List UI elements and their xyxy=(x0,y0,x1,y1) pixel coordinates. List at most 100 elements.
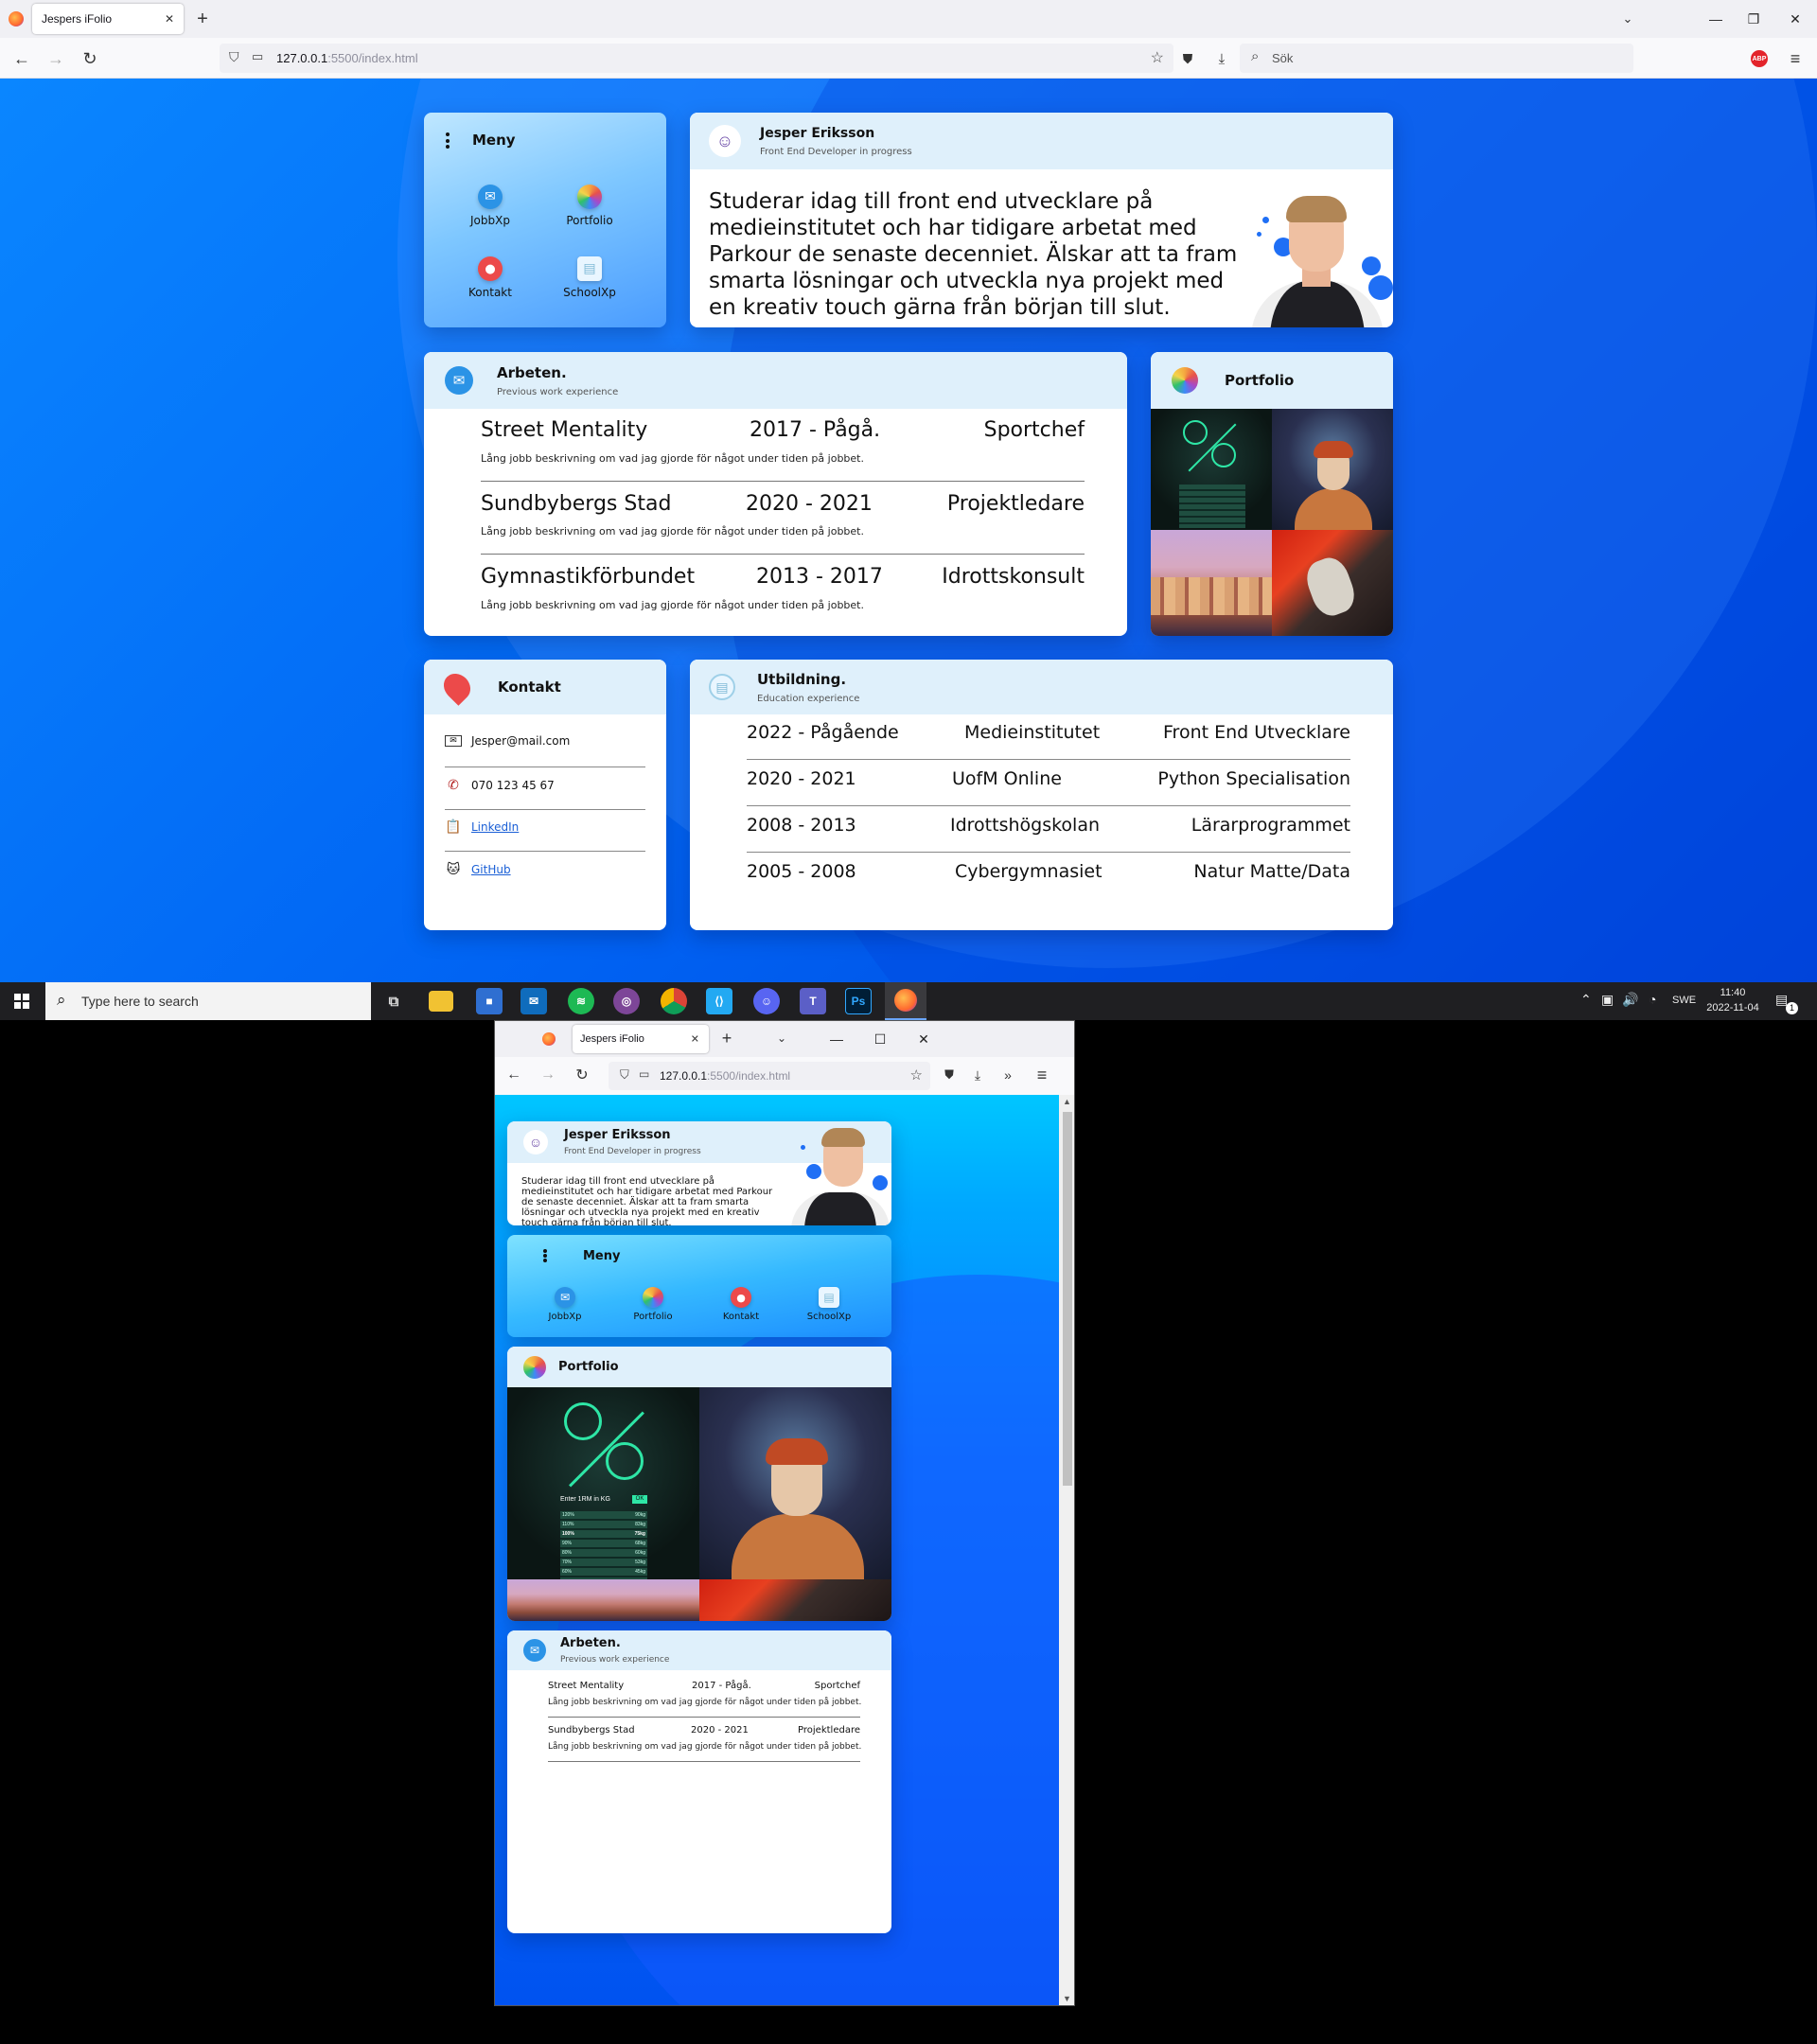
firefox-icon xyxy=(542,1032,556,1046)
portfolio-header: Portfolio xyxy=(1151,352,1393,409)
discord-icon[interactable]: ☺ xyxy=(753,988,780,1014)
portfolio-tile-city[interactable] xyxy=(507,1579,699,1621)
menu-item-label: Kontakt xyxy=(468,286,512,299)
menu-item-portfolio[interactable]: Portfolio xyxy=(625,1287,681,1322)
search-bar[interactable]: ⌕ Sök xyxy=(1240,44,1633,73)
portfolio-tile-astronaut[interactable] xyxy=(699,1387,891,1579)
downloads-icon[interactable]: ⤓ xyxy=(964,1062,991,1088)
address-bar[interactable]: ⛉ ▭ 127.0.0.1:5500/index.html ☆ xyxy=(609,1062,930,1090)
browser-window-maximized: Jespers iFolio ✕ + ⌄ — ❐ ✕ ← → ↻ ⛉ ▭ 127… xyxy=(0,0,1817,982)
portfolio-tile-1rm-app[interactable]: Enter 1RM in KG OK 120% 90kg 110% 83kg 100… xyxy=(507,1387,699,1579)
bubble xyxy=(1262,217,1269,223)
menu-item-schoolxp[interactable]: ▤ SchoolXp xyxy=(801,1287,857,1322)
menu-item-schoolxp[interactable]: ▤ SchoolXp xyxy=(561,256,618,299)
kebab-menu-icon[interactable] xyxy=(446,132,450,149)
reload-icon[interactable]: ↻ xyxy=(76,44,104,73)
portfolio-tile-astronaut[interactable] xyxy=(1272,409,1393,530)
forward-arrow-icon[interactable]: → xyxy=(42,44,70,73)
windows-start-icon[interactable] xyxy=(14,994,29,1009)
menu-item-jobbxp[interactable]: ✉ JobbXp xyxy=(462,185,519,227)
profile-subtitle: Front End Developer in progress xyxy=(564,1147,701,1156)
vertical-scrollbar[interactable]: ▲ ▼ xyxy=(1059,1095,1074,2005)
tab-jespers-ifolio[interactable]: Jespers iFolio ✕ xyxy=(573,1025,709,1053)
kebab-menu-icon[interactable] xyxy=(543,1249,547,1262)
work-title: Arbeten. xyxy=(560,1636,621,1650)
address-bar[interactable]: ⛉ ▭ 127.0.0.1:5500/index.html ☆ xyxy=(220,44,1173,73)
pocket-icon[interactable]: ⛊ xyxy=(936,1062,962,1088)
minimize-button[interactable]: — xyxy=(815,1021,858,1057)
reload-icon[interactable]: ↻ xyxy=(569,1062,595,1088)
menu-item-kontakt[interactable]: ● Kontakt xyxy=(713,1287,769,1322)
bookmark-star-icon[interactable]: ☆ xyxy=(910,1066,923,1084)
app-table-cell: 68kg xyxy=(635,1541,645,1546)
clock[interactable]: 11:40 2022-11-04 xyxy=(1703,985,1762,1015)
job-role: Sportchef xyxy=(983,418,1085,442)
volume-icon[interactable]: 🔊 xyxy=(1622,992,1638,1008)
portfolio-tile-city[interactable] xyxy=(1151,530,1272,636)
scroll-up-arrow-icon[interactable]: ▲ xyxy=(1063,1097,1071,1106)
teams-icon[interactable]: T xyxy=(800,988,826,1014)
task-view-icon[interactable]: ⧉ xyxy=(380,988,407,1014)
hamburger-menu-icon[interactable]: ≡ xyxy=(1029,1062,1055,1088)
meet-now-icon[interactable]: ▣ xyxy=(1601,992,1614,1008)
app-table-cell: 45kg xyxy=(635,1569,645,1575)
list-all-tabs-chevron-icon[interactable]: ⌄ xyxy=(1614,6,1641,32)
navigation-toolbar: ← → ↻ ⛉ ▭ 127.0.0.1:5500/index.html ☆ ⛊ … xyxy=(495,1057,1074,1095)
scroll-down-arrow-icon[interactable]: ▼ xyxy=(1063,1994,1071,2003)
linkedin-link[interactable]: LinkedIn xyxy=(471,820,519,834)
portfolio-tile-1rm-app[interactable] xyxy=(1151,409,1272,530)
overflow-chevron-icon[interactable]: » xyxy=(995,1062,1021,1088)
store-icon[interactable]: ■ xyxy=(476,988,503,1014)
app-table-row: 90% 68kg xyxy=(560,1540,647,1549)
back-arrow-icon[interactable]: ← xyxy=(8,44,36,73)
vscode-icon[interactable]: ⟨⟩ xyxy=(706,988,732,1014)
github-link[interactable]: GitHub xyxy=(471,863,511,876)
forward-arrow-icon[interactable]: → xyxy=(535,1062,561,1088)
taskbar-search-box[interactable]: ⌕ Type here to search xyxy=(45,982,371,1020)
chrome-icon[interactable] xyxy=(661,988,687,1014)
close-tab-icon[interactable]: ✕ xyxy=(691,1033,699,1046)
tor-icon[interactable]: ◎ xyxy=(613,988,640,1014)
contact-email[interactable]: Jesper@mail.com xyxy=(471,734,570,748)
downloads-icon[interactable]: ⤓ xyxy=(1208,44,1236,73)
file-explorer-icon[interactable] xyxy=(429,991,453,1012)
new-tab-button[interactable]: + xyxy=(189,6,216,32)
wifi-icon[interactable]: ◔ xyxy=(1649,992,1656,1007)
education-period: 2008 - 2013 xyxy=(747,815,856,836)
app-table-cell: 60kg xyxy=(635,1550,645,1556)
close-tab-icon[interactable]: ✕ xyxy=(165,12,174,26)
adblock-icon[interactable]: ABP xyxy=(1751,50,1768,67)
scrollbar-thumb[interactable] xyxy=(1063,1112,1072,1486)
portfolio-tile-parkour[interactable] xyxy=(1272,530,1393,636)
job-period: 2020 - 2021 xyxy=(746,492,873,516)
spotify-icon[interactable]: ≋ xyxy=(568,988,594,1014)
list-all-tabs-chevron-icon[interactable]: ⌄ xyxy=(769,1026,794,1050)
mail-app-icon[interactable]: ✉ xyxy=(520,988,547,1014)
menu-item-kontakt[interactable]: ● Kontakt xyxy=(462,256,519,299)
bookmark-star-icon[interactable]: ☆ xyxy=(1151,48,1164,67)
photoshop-icon[interactable]: Ps xyxy=(845,988,872,1014)
url-path: :5500/index.html xyxy=(327,51,418,65)
menu-item-portfolio[interactable]: Portfolio xyxy=(561,185,618,227)
back-arrow-icon[interactable]: ← xyxy=(501,1062,527,1088)
portfolio-tile-parkour[interactable] xyxy=(699,1579,891,1621)
firefox-icon[interactable] xyxy=(885,982,926,1020)
restore-button[interactable]: ❐ xyxy=(1732,0,1775,38)
hamburger-menu-icon[interactable]: ≡ xyxy=(1781,44,1809,73)
close-window-button[interactable]: ✕ xyxy=(902,1021,945,1057)
shield-icon[interactable]: ⛉ xyxy=(620,1067,629,1083)
contact-phone[interactable]: 070 123 45 67 xyxy=(471,779,555,792)
city-skyline xyxy=(1151,577,1272,615)
maximize-button[interactable]: ☐ xyxy=(858,1021,902,1057)
app-table-cell: 70% xyxy=(562,1559,573,1565)
show-hidden-icons-chevron[interactable]: ⌃ xyxy=(1580,992,1592,1008)
shield-icon[interactable]: ⛉ xyxy=(229,49,239,65)
pocket-icon[interactable]: ⛊ xyxy=(1173,44,1202,73)
language-indicator[interactable]: SWE xyxy=(1672,995,1696,1006)
menu-item-jobbxp[interactable]: ✉ JobbXp xyxy=(537,1287,593,1322)
contact-email-row: ✉ Jesper@mail.com xyxy=(445,734,570,748)
tab-jespers-ifolio[interactable]: Jespers iFolio ✕ xyxy=(32,4,184,34)
new-tab-button[interactable]: + xyxy=(714,1026,739,1050)
job-description: Lång jobb beskrivning om vad jag gjorde … xyxy=(481,599,864,611)
close-window-button[interactable]: ✕ xyxy=(1773,0,1817,38)
